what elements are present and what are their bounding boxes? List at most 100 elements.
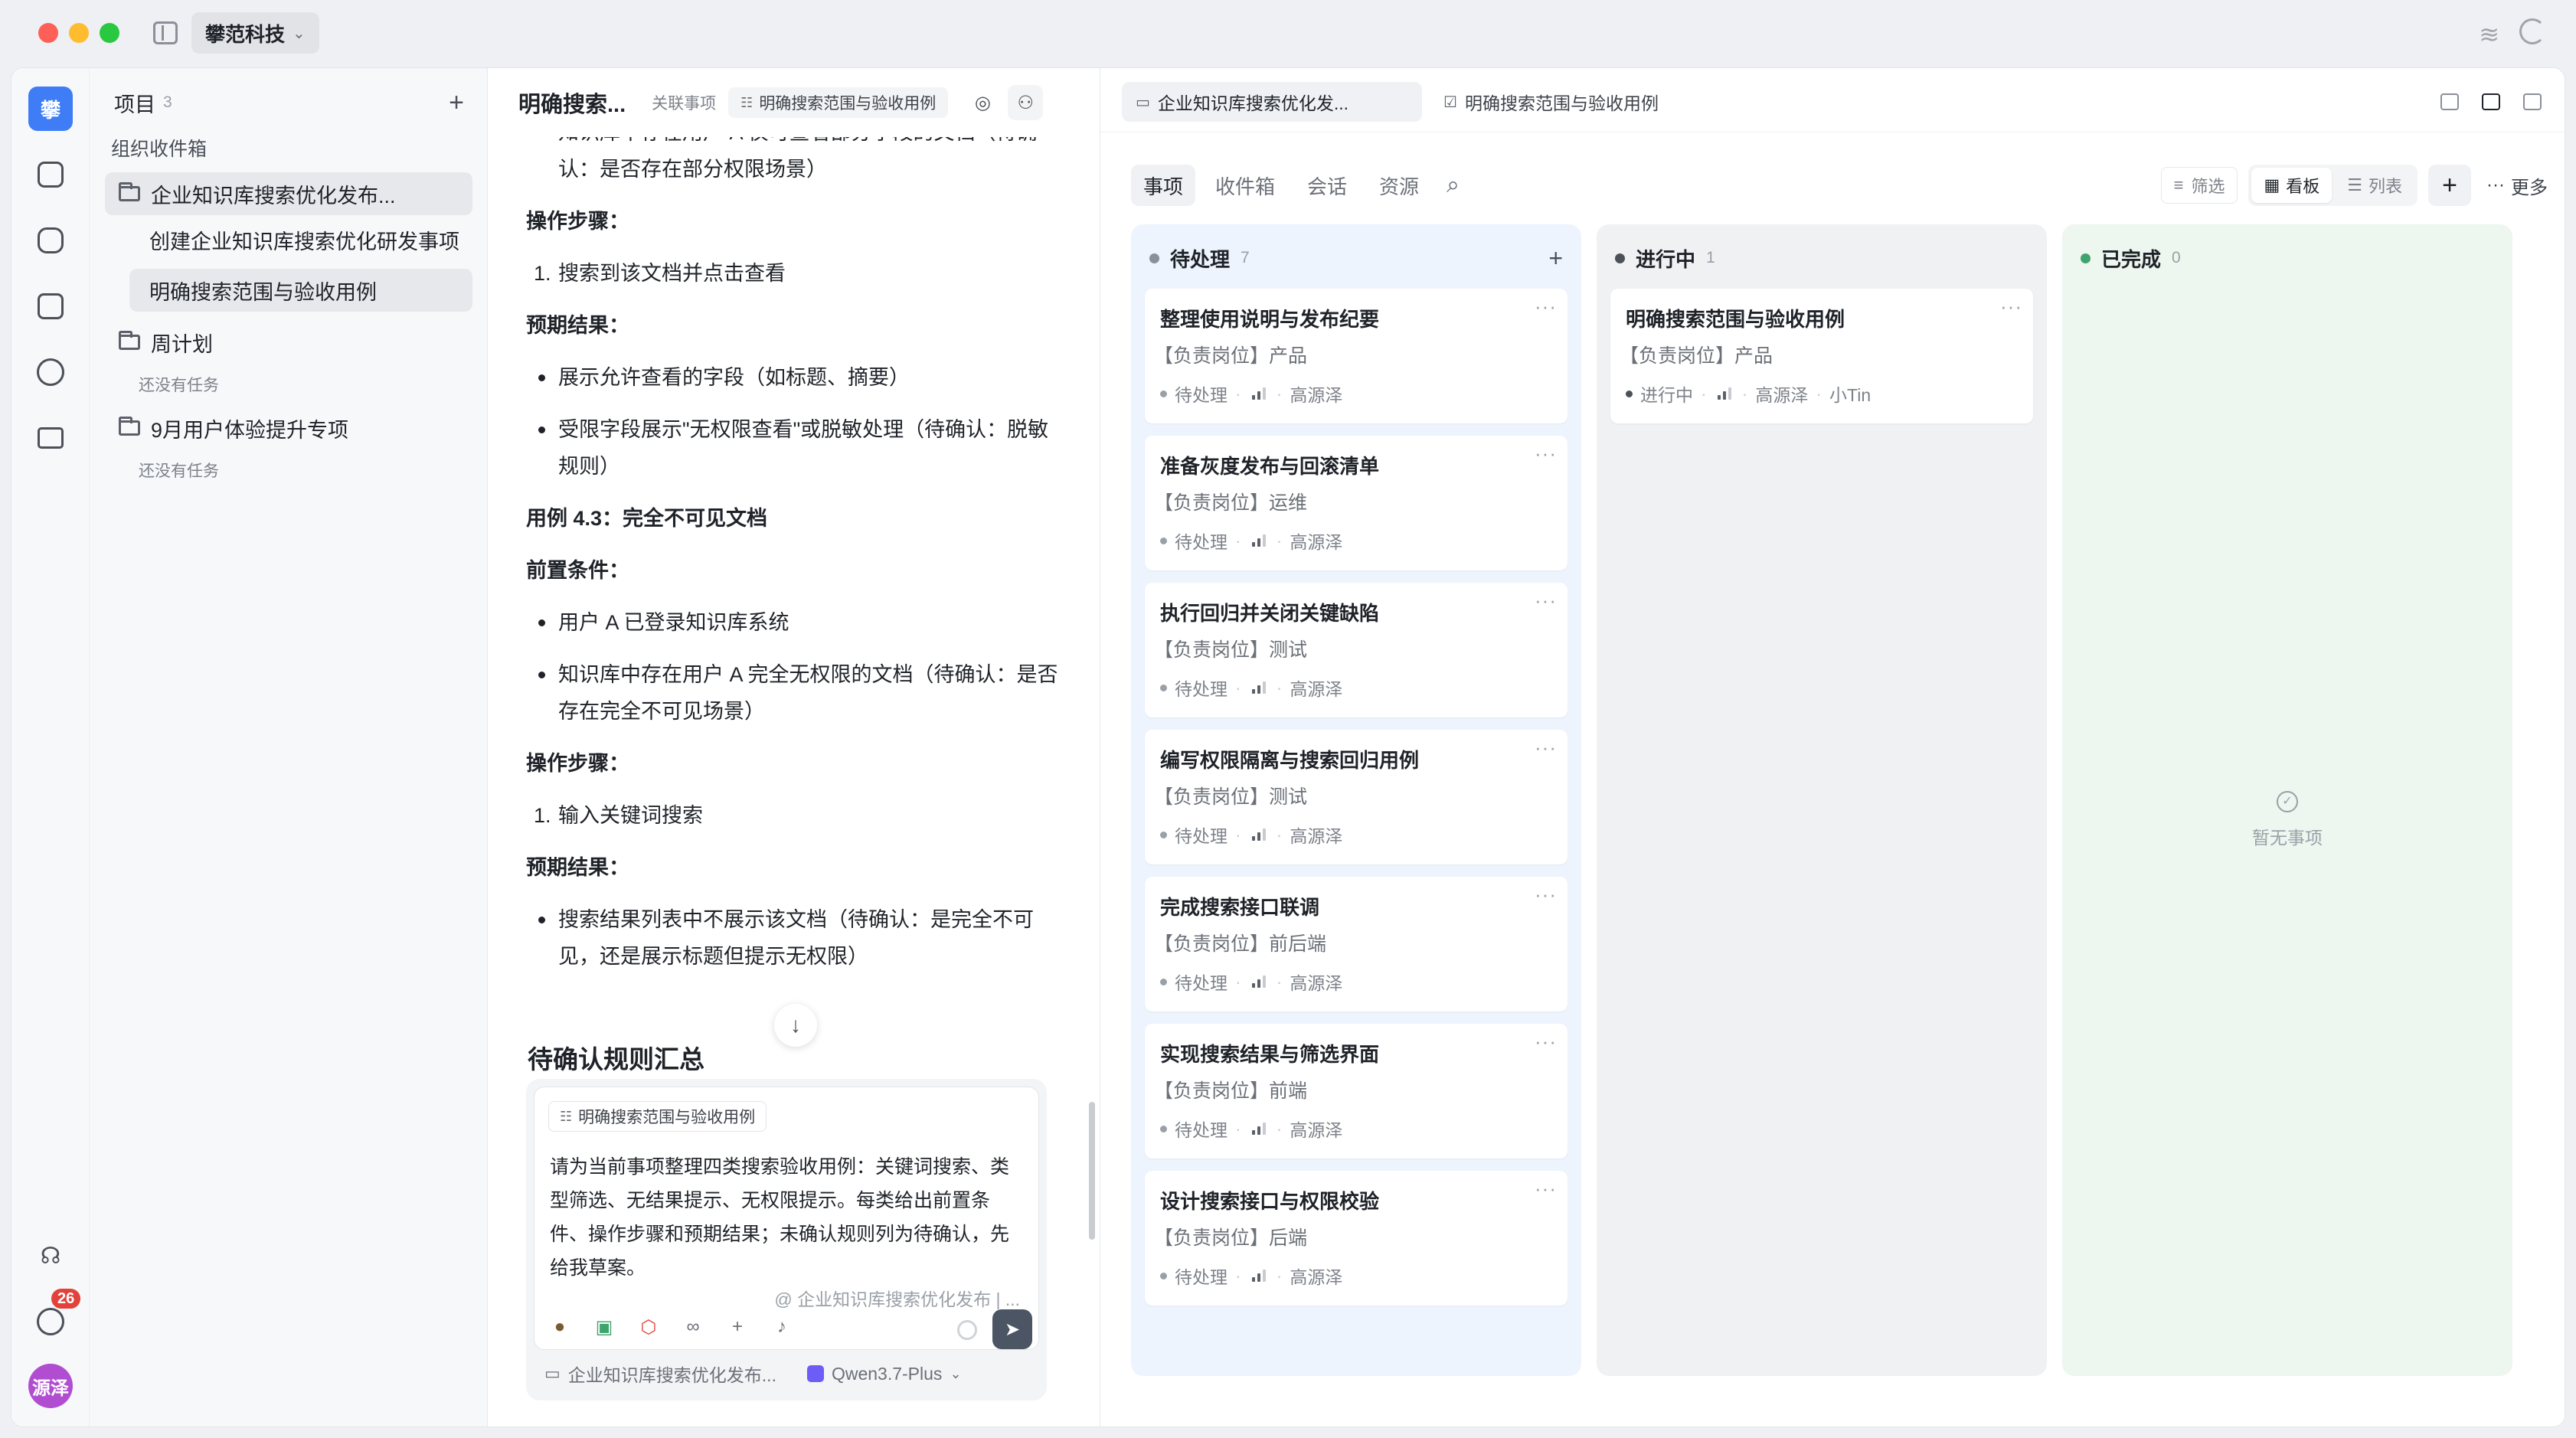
link-icon[interactable]: ∞ <box>682 1316 704 1338</box>
sidebar-item-ux-project[interactable]: 9月用户体验提升专项 <box>105 407 472 449</box>
column-header: 待处理 7 + <box>1149 243 1563 273</box>
list-view-button[interactable]: ☰ 列表 <box>2335 168 2414 203</box>
home-icon[interactable] <box>34 159 67 191</box>
sidebar-subitem-create[interactable]: 创建企业知识库搜索优化研发事项 <box>129 218 472 261</box>
minimize-window-button[interactable] <box>69 23 89 43</box>
scroll-down-button[interactable]: ↓ <box>774 1004 817 1047</box>
tab-label: 明确搜索范围与验收用例 <box>1464 93 1659 113</box>
tab-items[interactable]: 事项 <box>1131 165 1196 206</box>
scrollbar[interactable] <box>1089 1102 1095 1240</box>
avatar[interactable]: 源泽 <box>28 1364 73 1408</box>
status-dot <box>1160 1272 1167 1279</box>
folder-icon[interactable] <box>34 422 67 454</box>
filter-button[interactable]: ≡ 筛选 <box>2160 167 2238 204</box>
shield-icon[interactable]: ⬡ <box>637 1316 660 1338</box>
status-dot <box>1160 684 1167 691</box>
card-assignee: 小Tin <box>1829 385 1872 405</box>
add-item-button[interactable]: + <box>2428 165 2472 206</box>
sidebar-item-weekly-plan[interactable]: 周计划 <box>105 321 472 364</box>
view-switcher: ▦ 看板 ☰ 列表 <box>2248 165 2418 206</box>
camera-icon[interactable]: ◎ <box>965 85 1000 120</box>
workspace-switcher[interactable]: 攀范科技 ⌄ <box>191 12 319 54</box>
status-dot <box>1160 978 1167 985</box>
more-button[interactable]: ··· 更多 <box>2486 172 2548 199</box>
card-title: 实现搜索结果与筛选界面 <box>1160 1043 1380 1066</box>
more-icon[interactable]: ··· <box>2000 295 2022 319</box>
message-input[interactable]: 请为当前事项整理四类搜索验收用例：关键词搜索、类型筛选、无结果提示、无权限提示。… <box>550 1150 1025 1285</box>
add-card-button[interactable]: + <box>1548 244 1563 273</box>
context-chip[interactable]: ☷ 明确搜索范围与验收用例 <box>548 1101 767 1132</box>
sidebar-subitem-scope[interactable]: 明确搜索范围与验收用例 <box>129 269 472 312</box>
split-view-icon[interactable] <box>2474 85 2508 119</box>
microphone-icon[interactable]: ♪ <box>770 1316 793 1338</box>
tab-project[interactable]: ▭ 企业知识库搜索优化发... <box>1122 82 1422 122</box>
more-icon[interactable]: ··· <box>1535 1030 1557 1054</box>
more-icon[interactable]: ··· <box>1535 1177 1557 1201</box>
add-member-icon[interactable]: ⚇ <box>1008 85 1044 120</box>
tab-inbox[interactable]: 收件箱 <box>1203 165 1287 206</box>
folder-icon: ▭ <box>1136 93 1150 111</box>
status-dot <box>1160 831 1167 838</box>
card-owner: 高源泽 <box>1290 973 1343 993</box>
more-icon[interactable]: ··· <box>1535 589 1557 613</box>
task-card[interactable]: 设计搜索接口与权限校验 ··· 【负责岗位】后端 待处理 · · 高源泽 <box>1145 1171 1568 1306</box>
list-icon[interactable] <box>34 356 67 388</box>
task-card[interactable]: 编写权限隔离与搜索回归用例 ··· 【负责岗位】测试 待处理 · · 高源泽 <box>1145 730 1568 864</box>
sidebar-item-label: 周计划 <box>151 332 213 356</box>
headset-icon[interactable]: ☊ <box>34 1240 67 1272</box>
card-meta: 待处理 · · 高源泽 <box>1160 1116 1342 1142</box>
column-title: 待处理 <box>1170 247 1231 271</box>
checkbox-icon: ☑ <box>1443 93 1457 111</box>
status-badge: 待处理 <box>1175 532 1228 552</box>
sync-icon[interactable] <box>2519 18 2545 44</box>
task-card[interactable]: 整理使用说明与发布纪要 ··· 【负责岗位】产品 待处理 · · 高源泽 <box>1145 289 1568 423</box>
more-icon[interactable]: ··· <box>1535 442 1557 466</box>
workspace-logo[interactable]: 攀 <box>28 87 73 131</box>
priority-icon <box>1251 387 1266 400</box>
task-card[interactable]: 执行回归并关闭关键缺陷 ··· 【负责岗位】测试 待处理 · · 高源泽 <box>1145 583 1568 717</box>
more-icon[interactable]: ··· <box>1535 736 1557 760</box>
task-card[interactable]: 明确搜索范围与验收用例 ··· 【负责岗位】产品 进行中 · · 高源泽 · 小… <box>1610 289 2033 423</box>
model-label: Qwen3.7-Plus <box>831 1363 943 1384</box>
status-dot <box>1626 390 1633 397</box>
related-label: 关联事项 <box>652 95 717 113</box>
model-selector[interactable]: Qwen3.7-Plus ⌄ <box>806 1363 962 1384</box>
more-icon[interactable]: ··· <box>1535 295 1557 319</box>
sidebar-toggle-icon[interactable] <box>153 21 178 44</box>
sidebar-item-project-search[interactable]: 企业知识库搜索优化发布... <box>105 172 472 215</box>
close-window-button[interactable] <box>38 23 58 43</box>
agent-avatar-icon[interactable]: ● <box>548 1316 571 1338</box>
org-inbox-label[interactable]: 组织收件箱 <box>111 134 207 162</box>
zoom-window-button[interactable] <box>100 23 119 43</box>
tab-resources[interactable]: 资源 <box>1367 165 1431 206</box>
left-panel-toggle-icon[interactable] <box>2433 85 2466 119</box>
task-card[interactable]: 准备灰度发布与回滚清单 ··· 【负责岗位】运维 待处理 · · 高源泽 <box>1145 436 1568 570</box>
wifi-icon: ≋ <box>2479 21 2499 48</box>
task-card[interactable]: 完成搜索接口联调 ··· 【负责岗位】前后端 待处理 · · 高源泽 <box>1145 877 1568 1012</box>
section-label: 操作步骤： <box>526 752 629 775</box>
image-icon[interactable]: ▣ <box>593 1316 616 1338</box>
task-icon: ☷ <box>740 94 754 110</box>
column-header: 已完成 0 <box>2081 243 2494 273</box>
tab-sessions[interactable]: 会话 <box>1295 165 1359 206</box>
more-icon[interactable]: ··· <box>1535 883 1557 907</box>
send-button[interactable]: ➤ <box>992 1309 1032 1349</box>
card-owner: 高源泽 <box>1755 385 1809 405</box>
right-panel-toggle-icon[interactable] <box>2516 85 2549 119</box>
tab-task[interactable]: ☑ 明确搜索范围与验收用例 <box>1430 82 1672 122</box>
list-item: 受限字段展示"无权限查看"或脱敏处理（待确认：脱敏规则） <box>526 411 1062 485</box>
card-role: 【负责岗位】产品 <box>1154 345 1308 367</box>
folder-selector[interactable]: ▭ 企业知识库搜索优化发布... <box>544 1361 776 1387</box>
board-view-button[interactable]: ▦ 看板 <box>2251 168 2332 203</box>
tab-bar: ▭ 企业知识库搜索优化发... ☑ 明确搜索范围与验收用例 <box>1100 68 2565 132</box>
add-project-button[interactable]: + <box>449 90 464 116</box>
task-card[interactable]: 实现搜索结果与筛选界面 ··· 【负责岗位】前端 待处理 · · 高源泽 <box>1145 1024 1568 1159</box>
agent-icon[interactable] <box>34 290 67 322</box>
search-icon[interactable]: ⌕ <box>1439 165 1467 206</box>
plus-icon[interactable]: + <box>726 1316 749 1338</box>
context-mention[interactable]: @ 企业知识库搜索优化发布 | ... <box>774 1285 1020 1311</box>
chat-icon[interactable] <box>34 224 67 257</box>
board-panel: ▭ 企业知识库搜索优化发... ☑ 明确搜索范围与验收用例 事项 收件箱 会话 … <box>1100 68 2565 1427</box>
inbox-icon[interactable] <box>34 1306 67 1338</box>
related-item-chip[interactable]: ☷ 明确搜索范围与验收用例 <box>728 87 949 118</box>
